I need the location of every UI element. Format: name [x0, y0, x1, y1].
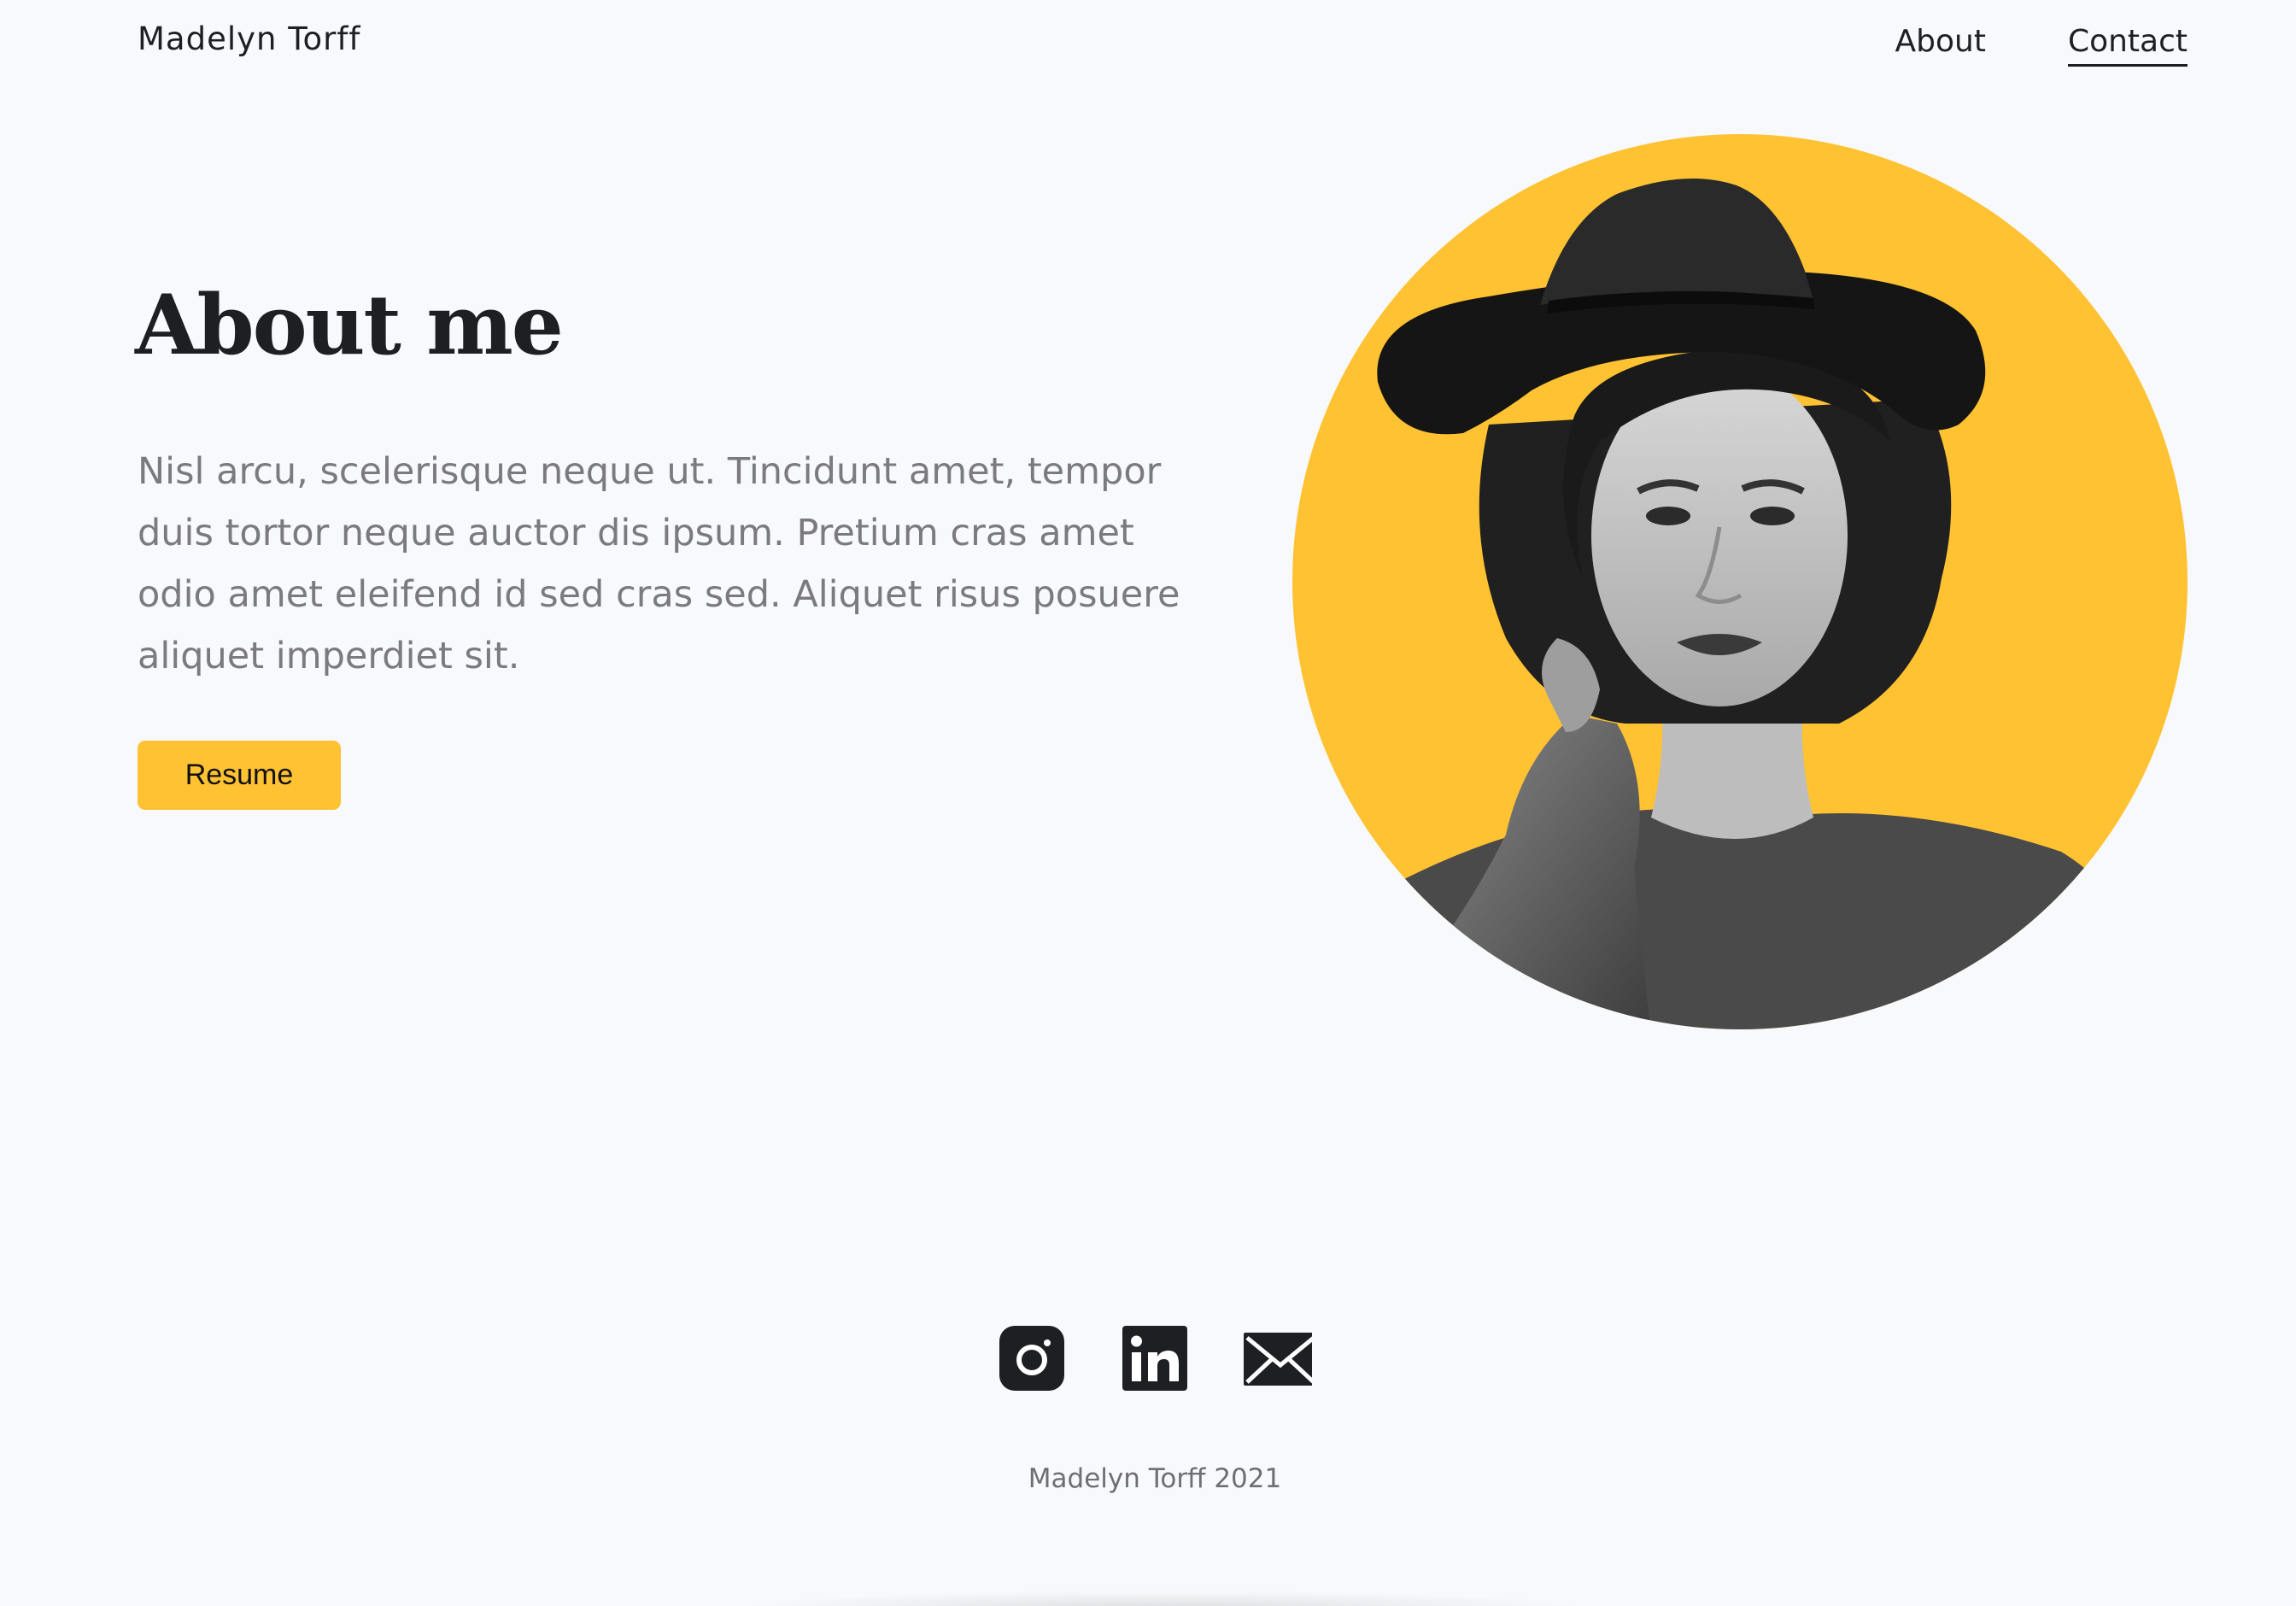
about-description: Nisl arcu, scelerisque neque ut. Tincidu… [138, 450, 1180, 677]
footer-copyright: Madelyn Torff 2021 [1028, 1463, 1282, 1494]
instagram-icon [999, 1326, 1064, 1391]
mail-icon [1244, 1333, 1317, 1386]
nav-link-about[interactable]: About [1895, 24, 1986, 64]
email-link[interactable] [1244, 1324, 1317, 1392]
nav-link-contact[interactable]: Contact [2067, 24, 2188, 67]
page-title: About me [135, 277, 564, 373]
social-links [0, 1324, 2296, 1392]
linkedin-icon [1122, 1326, 1187, 1391]
brand-logo-link[interactable]: Madelyn Torff [138, 21, 360, 57]
instagram-link[interactable] [998, 1324, 1066, 1392]
page: Madelyn Torff About Contact About me Nis… [0, 0, 2296, 1606]
portrait-image [1292, 134, 2188, 1029]
resume-button[interactable]: Resume [138, 741, 341, 810]
bottom-shadow [735, 1591, 1589, 1606]
linkedin-link[interactable] [1121, 1324, 1189, 1392]
main-nav: About Contact [1895, 24, 2188, 67]
